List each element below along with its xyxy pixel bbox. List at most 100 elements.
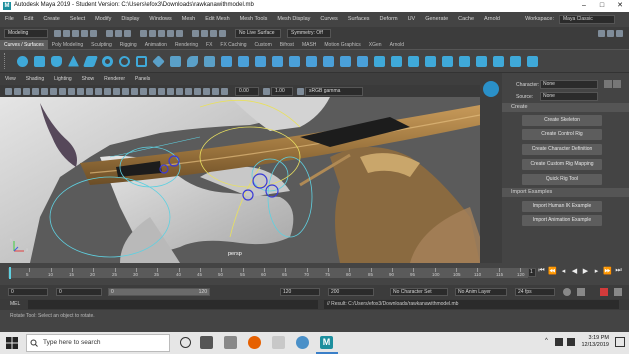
xray-icon[interactable] (212, 87, 219, 95)
menu-mesh[interactable]: Mesh (177, 12, 200, 27)
app-icon[interactable] (272, 336, 285, 349)
rebuild-curve-icon[interactable] (306, 55, 317, 67)
viewport-menu-panels[interactable]: Panels (130, 73, 155, 85)
menu-display[interactable]: Display (116, 12, 144, 27)
create-skeleton-button[interactable]: Create Skeleton (522, 115, 602, 126)
playback-end-field[interactable]: 120 (280, 288, 320, 296)
nurbs-torus-icon[interactable] (102, 55, 113, 67)
time-slider[interactable]: 5 10 15 20 25 30 35 40 45 50 55 60 65 70 75 80 85 90 95 100… (0, 263, 629, 285)
render-icon[interactable] (192, 30, 199, 37)
pencil-curve-icon[interactable] (187, 55, 198, 67)
safe-action-icon[interactable] (86, 87, 93, 95)
open-scene-icon[interactable] (63, 30, 70, 37)
revolve-icon[interactable] (374, 55, 385, 67)
cortana-icon[interactable] (180, 337, 191, 348)
menu-generate[interactable]: Generate (420, 12, 453, 27)
menu-edit[interactable]: Edit (19, 12, 38, 27)
shelf-tab-sculpting[interactable]: Sculpting (87, 40, 116, 50)
menu-create[interactable]: Create (38, 12, 65, 27)
workspace-dropdown[interactable]: Maya Classic (559, 15, 615, 24)
section-create-header[interactable]: Create (502, 103, 629, 112)
viewport-menu-lighting[interactable]: Lighting (49, 73, 77, 85)
menu-arnold[interactable]: Arnold (479, 12, 505, 27)
playback-start-field[interactable]: 0 (56, 288, 102, 296)
loft-icon[interactable] (391, 55, 402, 67)
arc-tool-icon[interactable] (204, 55, 215, 67)
isolate-select-icon[interactable] (203, 87, 210, 95)
wireframe-icon[interactable] (104, 87, 111, 95)
step-back-key-icon[interactable]: ⏪ (547, 267, 558, 275)
xray-joints-icon[interactable] (221, 87, 228, 95)
gamma-icon[interactable] (263, 87, 270, 95)
file-explorer-icon[interactable] (224, 336, 237, 349)
menu-file[interactable]: File (0, 12, 19, 27)
browser-icon[interactable] (296, 336, 309, 349)
menu-set-dropdown[interactable]: Modeling (4, 29, 48, 38)
character-options-icon[interactable] (604, 80, 612, 88)
menu-modify[interactable]: Modify (90, 12, 116, 27)
windows-start-icon[interactable] (6, 337, 18, 349)
menu-mesh-display[interactable]: Mesh Display (272, 12, 315, 27)
offset-curve-icon[interactable] (289, 55, 300, 67)
tray-chevron-icon[interactable]: ^ (545, 338, 548, 344)
create-control-rig-button[interactable]: Create Control Rig (522, 129, 602, 140)
menu-curves[interactable]: Curves (315, 12, 342, 27)
shelf-tab-rendering[interactable]: Rendering (171, 40, 202, 50)
ambient-occlusion-icon[interactable] (167, 87, 174, 95)
resolution-gate-icon[interactable] (59, 87, 66, 95)
quick-rig-tool-button[interactable]: Quick Rig Tool (522, 174, 602, 185)
taskbar-search-box[interactable]: Type here to search (26, 334, 170, 352)
shelf-tab-motion-graphics[interactable]: Motion Graphics (320, 40, 364, 50)
anim-layer-dropdown[interactable]: No Anim Layer (455, 288, 507, 296)
character-set-dropdown[interactable]: No Character Set (390, 288, 448, 296)
anti-aliasing-icon[interactable] (185, 87, 192, 95)
menu-select[interactable]: Select (65, 12, 90, 27)
shelf-tab-mash[interactable]: MASH (298, 40, 320, 50)
play-backwards-icon[interactable]: ◀ (569, 267, 580, 275)
live-surface-field[interactable]: No Live Surface (235, 29, 281, 38)
select-object-icon[interactable] (115, 30, 122, 37)
shadows-icon[interactable] (158, 87, 165, 95)
play-forwards-icon[interactable]: ▶ (580, 267, 591, 275)
birail-icon[interactable] (442, 55, 453, 67)
toggle-sidebar-icon[interactable] (616, 30, 623, 37)
menu-surfaces[interactable]: Surfaces (343, 12, 375, 27)
section-import-header[interactable]: Import Examples (502, 188, 629, 197)
shelf-tab-xgen[interactable]: XGen (365, 40, 386, 50)
colorspace-dropdown[interactable]: sRGB gamma (305, 86, 363, 96)
extrude-icon[interactable] (425, 55, 436, 67)
shelf-tab-custom[interactable]: Custom (251, 40, 276, 50)
import-animation-example-button[interactable]: Import Animation Example (522, 215, 602, 226)
fps-dropdown[interactable]: 24 fps (515, 288, 555, 296)
new-scene-icon[interactable] (54, 30, 61, 37)
script-language-label[interactable]: MEL (10, 301, 20, 307)
textured-icon[interactable] (140, 87, 147, 95)
viewport-menu-shading[interactable]: Shading (21, 73, 49, 85)
ep-curve-icon[interactable] (170, 55, 181, 67)
close-button[interactable]: ✕ (611, 0, 629, 12)
bezier-curve-icon[interactable] (357, 55, 368, 67)
notifications-icon[interactable] (615, 337, 625, 347)
nurbs-square-icon[interactable] (136, 55, 147, 67)
key-mode-icon[interactable] (577, 288, 585, 296)
shelf-tab-fx-caching[interactable]: FX Caching (216, 40, 250, 50)
planar-icon[interactable] (408, 55, 419, 67)
minimize-button[interactable]: – (575, 0, 593, 12)
select-hierarchy-icon[interactable] (106, 30, 113, 37)
time-slider-track[interactable]: 5 10 15 20 25 30 35 40 45 50 55 60 65 70 75 80 85 90 95 100… (8, 268, 528, 278)
bevel-plus-icon[interactable] (459, 55, 470, 67)
shelf-tab-bifrost[interactable]: Bifrost (276, 40, 298, 50)
shelf-tab-fx[interactable]: FX (202, 40, 216, 50)
nurbs-plane-icon[interactable] (82, 55, 99, 67)
snap-surface-icon[interactable] (176, 30, 183, 37)
shelf-tab-animation[interactable]: Animation (141, 40, 171, 50)
current-time-indicator[interactable] (9, 267, 11, 279)
extend-curve-icon[interactable] (272, 55, 283, 67)
menu-mesh-tools[interactable]: Mesh Tools (235, 12, 273, 27)
menu-deform[interactable]: Deform (375, 12, 403, 27)
task-view-icon[interactable] (200, 336, 213, 349)
select-camera-icon[interactable] (5, 87, 12, 95)
create-character-definition-button[interactable]: Create Character Definition (522, 144, 602, 155)
attach-curves-icon[interactable] (221, 55, 232, 67)
taskbar-clock[interactable]: 3:19 PM 12/13/2019 (581, 335, 609, 349)
